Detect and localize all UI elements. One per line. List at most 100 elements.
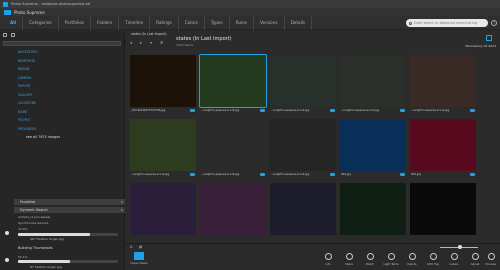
thumbnail-item[interactable]: 003.jpg bbox=[410, 119, 476, 181]
thumbnail-caption: 004.jpg bbox=[341, 173, 351, 176]
gear-icon[interactable]: ✲ bbox=[160, 40, 163, 45]
category-item[interactable]: GALLERY bbox=[0, 91, 124, 100]
tab-colors[interactable]: Colors bbox=[179, 15, 205, 30]
sort-icon[interactable]: ⇅ bbox=[130, 245, 133, 249]
eye-icon[interactable] bbox=[330, 173, 335, 176]
eye-icon[interactable] bbox=[330, 109, 335, 112]
thumbs-pause-icon[interactable] bbox=[5, 258, 9, 262]
breadcrumb[interactable]: states (In Last Import) bbox=[131, 32, 166, 36]
thumbnail-image bbox=[270, 55, 336, 107]
thumbnail-caption: _DSc40149475793796.jpg bbox=[131, 109, 166, 112]
eye-icon[interactable] bbox=[260, 173, 265, 176]
activity-label: Activity (2 processes) bbox=[18, 215, 51, 219]
category-item[interactable]: EXPORT bbox=[0, 82, 124, 91]
thumbnail-image bbox=[199, 54, 267, 108]
thumbnail-item[interactable]: ~lucigthm-essenza-scv12.jpg bbox=[270, 119, 336, 181]
thumbnail-image bbox=[340, 55, 406, 107]
thumbnail-item[interactable]: ~lucigthm-essenza-scv12.jpg bbox=[340, 55, 406, 117]
nav-controls: ◂ ▸ ▾ ✲ bbox=[130, 40, 163, 45]
thumbnail-item[interactable]: ~lucigthm-essenza-scv12.jpg bbox=[270, 55, 336, 117]
sync-progress-fill bbox=[18, 233, 90, 236]
help-icon[interactable]: ? bbox=[491, 20, 497, 26]
thumbnail-image bbox=[270, 183, 336, 235]
image-viewer-button[interactable]: Image Viewer bbox=[128, 252, 150, 270]
thumbnail-caption: ~lucigthm-essenza-scv12.jpg bbox=[201, 173, 240, 176]
expand-icon[interactable] bbox=[3, 33, 7, 37]
labels-icon bbox=[450, 253, 458, 260]
image-viewer-label: Image Viewer bbox=[130, 262, 148, 265]
category-item[interactable]: ANCESTORS bbox=[0, 48, 124, 57]
tab-details[interactable]: Details bbox=[285, 15, 313, 30]
zoom-slider-handle[interactable] bbox=[458, 245, 462, 249]
geo-tag-icon bbox=[429, 253, 437, 260]
thumbnail-item[interactable]: _DSc40149475793796.jpg bbox=[130, 55, 196, 117]
category-item[interactable]: NAME bbox=[0, 108, 124, 117]
thumbs-title: Building Thumbnails bbox=[18, 246, 53, 250]
dynamic-search-section[interactable]: Dynamic Search ▸ bbox=[14, 207, 125, 213]
calendar-icon[interactable] bbox=[486, 35, 492, 41]
search-input[interactable]: Enter search or advanced search string bbox=[406, 19, 488, 27]
thumbnail-item[interactable] bbox=[130, 183, 196, 241]
tab-versions[interactable]: Versions bbox=[254, 15, 285, 30]
thumbnail-item[interactable]: ~lucigthm-essenza-scv12.jpg bbox=[200, 119, 266, 181]
grid-view-icon[interactable]: ▦ bbox=[139, 245, 142, 249]
batch-icon bbox=[366, 253, 374, 260]
thumbnail-item[interactable] bbox=[200, 183, 266, 241]
batch-button[interactable]: Batch bbox=[361, 253, 379, 266]
category-item[interactable]: BRAND bbox=[0, 65, 124, 74]
thumbnail-grid: _DSc40149475793796.jpg ~lucigthm-essenza… bbox=[126, 51, 500, 241]
share-button[interactable]: Share bbox=[340, 253, 358, 266]
thumbnail-caption: ~lucigthm-essenza-scv12.jpg bbox=[341, 109, 380, 112]
batch-label: Batch bbox=[365, 262, 375, 266]
category-item[interactable]: CAMERA bbox=[0, 74, 124, 83]
forward-icon[interactable]: ▸ bbox=[140, 40, 142, 45]
filter-icon[interactable]: ▾ bbox=[150, 40, 152, 45]
category-item[interactable]: PEOPLE bbox=[0, 116, 124, 125]
tab-folders[interactable]: Folders bbox=[91, 15, 120, 30]
thumbnail-item[interactable] bbox=[410, 183, 476, 241]
labels-button[interactable]: Labels bbox=[445, 253, 463, 266]
eye-icon[interactable] bbox=[470, 109, 475, 112]
tab-timeline[interactable]: Timeline bbox=[119, 15, 151, 30]
thumbnail-caption: ~lucigthm-essenza-scv12.jpg bbox=[271, 109, 310, 112]
category-filter-select[interactable] bbox=[3, 41, 121, 46]
tab-rules[interactable]: Rules bbox=[230, 15, 254, 30]
adjust-icon bbox=[471, 253, 479, 260]
geo-tag-button[interactable]: GEO Tag bbox=[424, 253, 442, 266]
info-button[interactable]: Info bbox=[319, 253, 337, 266]
tab-categories[interactable]: Categories bbox=[23, 15, 59, 30]
filter-icon[interactable] bbox=[11, 33, 15, 37]
info-label: Info bbox=[325, 262, 331, 266]
preview-button[interactable]: Preview bbox=[482, 253, 500, 266]
favorites-section[interactable]: Favorites ▸ bbox=[14, 199, 125, 205]
image-viewer-icon bbox=[134, 252, 144, 260]
eye-icon[interactable] bbox=[400, 173, 405, 176]
eye-icon[interactable] bbox=[260, 109, 265, 112]
tab-portfolios[interactable]: Portfolios bbox=[59, 15, 92, 30]
thumbnail-item[interactable] bbox=[340, 183, 406, 241]
eye-icon[interactable] bbox=[190, 109, 195, 112]
category-item[interactable]: PROVIDERS bbox=[0, 125, 124, 134]
thumbnail-item[interactable]: ~lucigthm-essenza-scv12.jpg bbox=[410, 55, 476, 117]
tab-types[interactable]: Types bbox=[205, 15, 230, 30]
thumbnail-caption: ~lucigthm-essenza-scv12.jpg bbox=[271, 173, 310, 176]
category-item[interactable]: BEMPORTA bbox=[0, 57, 124, 66]
sync-pause-icon[interactable] bbox=[5, 231, 9, 235]
tab-all[interactable]: All bbox=[4, 15, 24, 30]
light-table-button[interactable]: Light Table bbox=[382, 253, 400, 266]
thumbnail-item[interactable]: 004.jpg bbox=[340, 119, 406, 181]
tab-ratings[interactable]: Ratings bbox=[150, 15, 179, 30]
thumbnail-item[interactable] bbox=[270, 183, 336, 241]
eye-icon[interactable] bbox=[190, 173, 195, 176]
category-list: ANCESTORS BEMPORTA BRAND CAMERA EXPORT G… bbox=[0, 48, 124, 133]
delete-button[interactable]: Delete bbox=[403, 253, 421, 266]
see-all-link[interactable]: see all 7923 images bbox=[0, 135, 124, 139]
thumbs-percent: 52.1% bbox=[18, 255, 28, 259]
back-icon[interactable]: ◂ bbox=[130, 40, 132, 45]
thumbnail-item[interactable]: ~lucigthm-essenza-scv12.jpg bbox=[130, 119, 196, 181]
thumbnail-item[interactable]: ~lucigthm-essenza-scv12.jpg bbox=[199, 54, 267, 117]
eye-icon[interactable] bbox=[470, 173, 475, 176]
category-item[interactable]: LOCATIONS bbox=[0, 99, 124, 108]
sync-detail: 467 Feather Organ.jpg bbox=[30, 237, 64, 241]
eye-icon[interactable] bbox=[400, 109, 405, 112]
